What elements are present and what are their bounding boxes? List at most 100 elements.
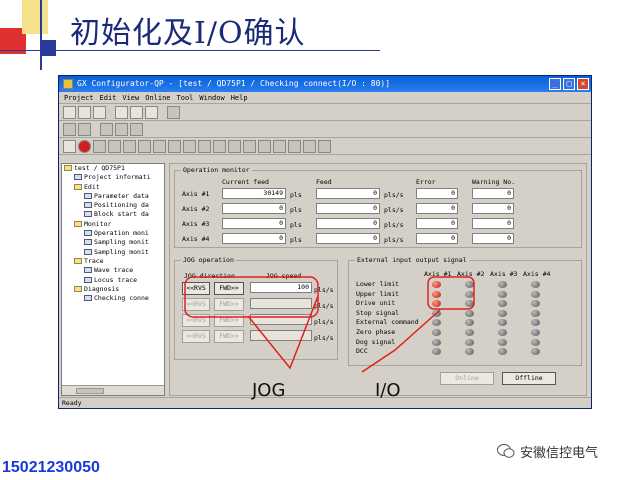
monitor-tool-14-icon[interactable]: [288, 139, 301, 153]
monitor-tool-12-icon[interactable]: [258, 139, 271, 153]
tree-item-label: Checking conne: [94, 294, 149, 303]
maximize-icon[interactable]: □: [563, 78, 575, 90]
jog-rvs-button[interactable]: <<RVS: [182, 330, 210, 343]
error-value: 0: [416, 188, 458, 199]
close-icon[interactable]: ×: [577, 78, 589, 90]
jog-rvs-button[interactable]: <<RVS: [182, 314, 210, 327]
jog-rvs-button[interactable]: <<RVS: [182, 298, 210, 311]
jog-fwd-button[interactable]: FWD>>: [214, 282, 244, 295]
monitor-tool-5-icon[interactable]: [153, 139, 166, 153]
menu-online[interactable]: Online: [142, 92, 173, 103]
back-icon[interactable]: [63, 139, 76, 153]
tree-item-label: Block start da: [94, 210, 149, 219]
menu-window[interactable]: Window: [196, 92, 227, 103]
print-icon[interactable]: [167, 105, 180, 119]
save-icon[interactable]: [93, 105, 106, 119]
tree-item[interactable]: Project informati: [62, 173, 164, 182]
tree-item[interactable]: Block start da: [62, 210, 164, 219]
tree-item[interactable]: Diagnosis: [62, 285, 164, 294]
axis-label: Axis #1: [182, 190, 210, 198]
tool-c-icon[interactable]: [100, 122, 113, 136]
monitor-tool-11-icon[interactable]: [243, 139, 256, 153]
error-value: 0: [416, 233, 458, 244]
monitor-tool-7-icon[interactable]: [183, 139, 196, 153]
io-signal-name: Dog signal: [356, 337, 396, 346]
io-led-indicator: [498, 329, 507, 336]
tree-item[interactable]: Sampling monit: [62, 248, 164, 257]
tool-a-icon[interactable]: [63, 122, 76, 136]
folder-icon: [64, 165, 72, 171]
menu-project[interactable]: Project: [61, 92, 97, 103]
cut-icon[interactable]: [115, 105, 128, 119]
offline-button[interactable]: Offline: [502, 372, 556, 385]
monitor-tool-2-icon[interactable]: [108, 139, 121, 153]
monitor-tool-3-icon[interactable]: [123, 139, 136, 153]
stop-icon[interactable]: [78, 139, 91, 153]
tree-item[interactable]: Wave trace: [62, 266, 164, 275]
monitor-tool-8-icon[interactable]: [198, 139, 211, 153]
monitor-tool-6-icon[interactable]: [168, 139, 181, 153]
online-button[interactable]: Online: [440, 372, 494, 385]
jog-speed-input[interactable]: [250, 314, 312, 325]
io-led-indicator: [465, 309, 474, 317]
tree-item-label: Wave trace: [94, 266, 134, 275]
tree-item-label: Parameter data: [94, 191, 149, 200]
jog-rvs-button[interactable]: <<RVS: [182, 282, 210, 295]
jog-speed-input[interactable]: 100: [250, 282, 312, 293]
tree-item-label: Diagnosis: [84, 284, 120, 293]
project-tree[interactable]: test / QD75P1 Project informati Edit Parame…: [61, 163, 165, 396]
open-folder-icon[interactable]: [78, 105, 91, 119]
error-value: 0: [416, 203, 458, 214]
current-feed-unit: pls: [290, 236, 302, 244]
monitor-tool-1-icon[interactable]: [93, 139, 106, 153]
io-led-indicator: [465, 290, 474, 298]
tree-item[interactable]: test / QD75P1: [62, 164, 164, 173]
io-signal-name: External command: [356, 318, 419, 327]
tree-scrollbar[interactable]: [62, 385, 164, 395]
monitor-tool-4-icon[interactable]: [138, 139, 151, 153]
jog-fwd-button[interactable]: FWD>>: [214, 314, 244, 327]
tree-item[interactable]: Parameter data: [62, 192, 164, 201]
menu-help[interactable]: Help: [228, 92, 251, 103]
warning-value: 0: [472, 218, 514, 229]
monitor-tool-15-icon[interactable]: [303, 139, 316, 153]
tool-d-icon[interactable]: [115, 122, 128, 136]
tool-b-icon[interactable]: [78, 122, 91, 136]
tree-item[interactable]: Locus trace: [62, 276, 164, 285]
axis-label: Axis #3: [182, 220, 210, 228]
tree-item[interactable]: Positioning da: [62, 201, 164, 210]
paste-icon[interactable]: [145, 105, 158, 119]
tree-item-label: test / QD75P1: [74, 164, 125, 172]
monitor-tool-16-icon[interactable]: [318, 139, 331, 153]
jog-speed-input[interactable]: [250, 330, 312, 341]
jog-speed-input[interactable]: [250, 298, 312, 309]
io-led-indicator: [432, 290, 441, 298]
jog-annotation: JOG: [252, 380, 286, 401]
tree-item[interactable]: Edit: [62, 183, 164, 192]
menu-tool[interactable]: Tool: [174, 92, 197, 103]
tree-item[interactable]: Monitor: [62, 220, 164, 229]
current-feed-unit: pls: [290, 191, 302, 199]
io-led-indicator: [432, 338, 441, 346]
monitor-tool-13-icon[interactable]: [273, 139, 286, 153]
minimize-icon[interactable]: _: [549, 78, 561, 90]
monitor-tool-9-icon[interactable]: [213, 139, 226, 153]
menu-view[interactable]: View: [119, 92, 142, 103]
tree-item[interactable]: Trace: [62, 257, 164, 266]
monitor-tool-10-icon[interactable]: [228, 139, 241, 153]
jog-speed-label: JOG speed: [266, 272, 302, 280]
jog-fwd-button[interactable]: FWD>>: [214, 330, 244, 343]
menu-edit[interactable]: Edit: [97, 92, 120, 103]
tree-item[interactable]: Checking conne: [62, 294, 164, 303]
io-led-indicator: [531, 329, 540, 336]
file-icon: [84, 211, 92, 218]
copy-icon[interactable]: [130, 105, 143, 119]
jog-fwd-button[interactable]: FWD>>: [214, 298, 244, 311]
io-axis-header: Axis #1: [424, 270, 452, 278]
tree-item[interactable]: Sampling monit: [62, 238, 164, 247]
new-file-icon[interactable]: [63, 105, 76, 119]
tree-item[interactable]: Operation moni: [62, 229, 164, 238]
brand-name: 安徽信控电气: [520, 446, 599, 461]
folder-icon: [74, 183, 82, 190]
tool-e-icon[interactable]: [130, 122, 143, 136]
